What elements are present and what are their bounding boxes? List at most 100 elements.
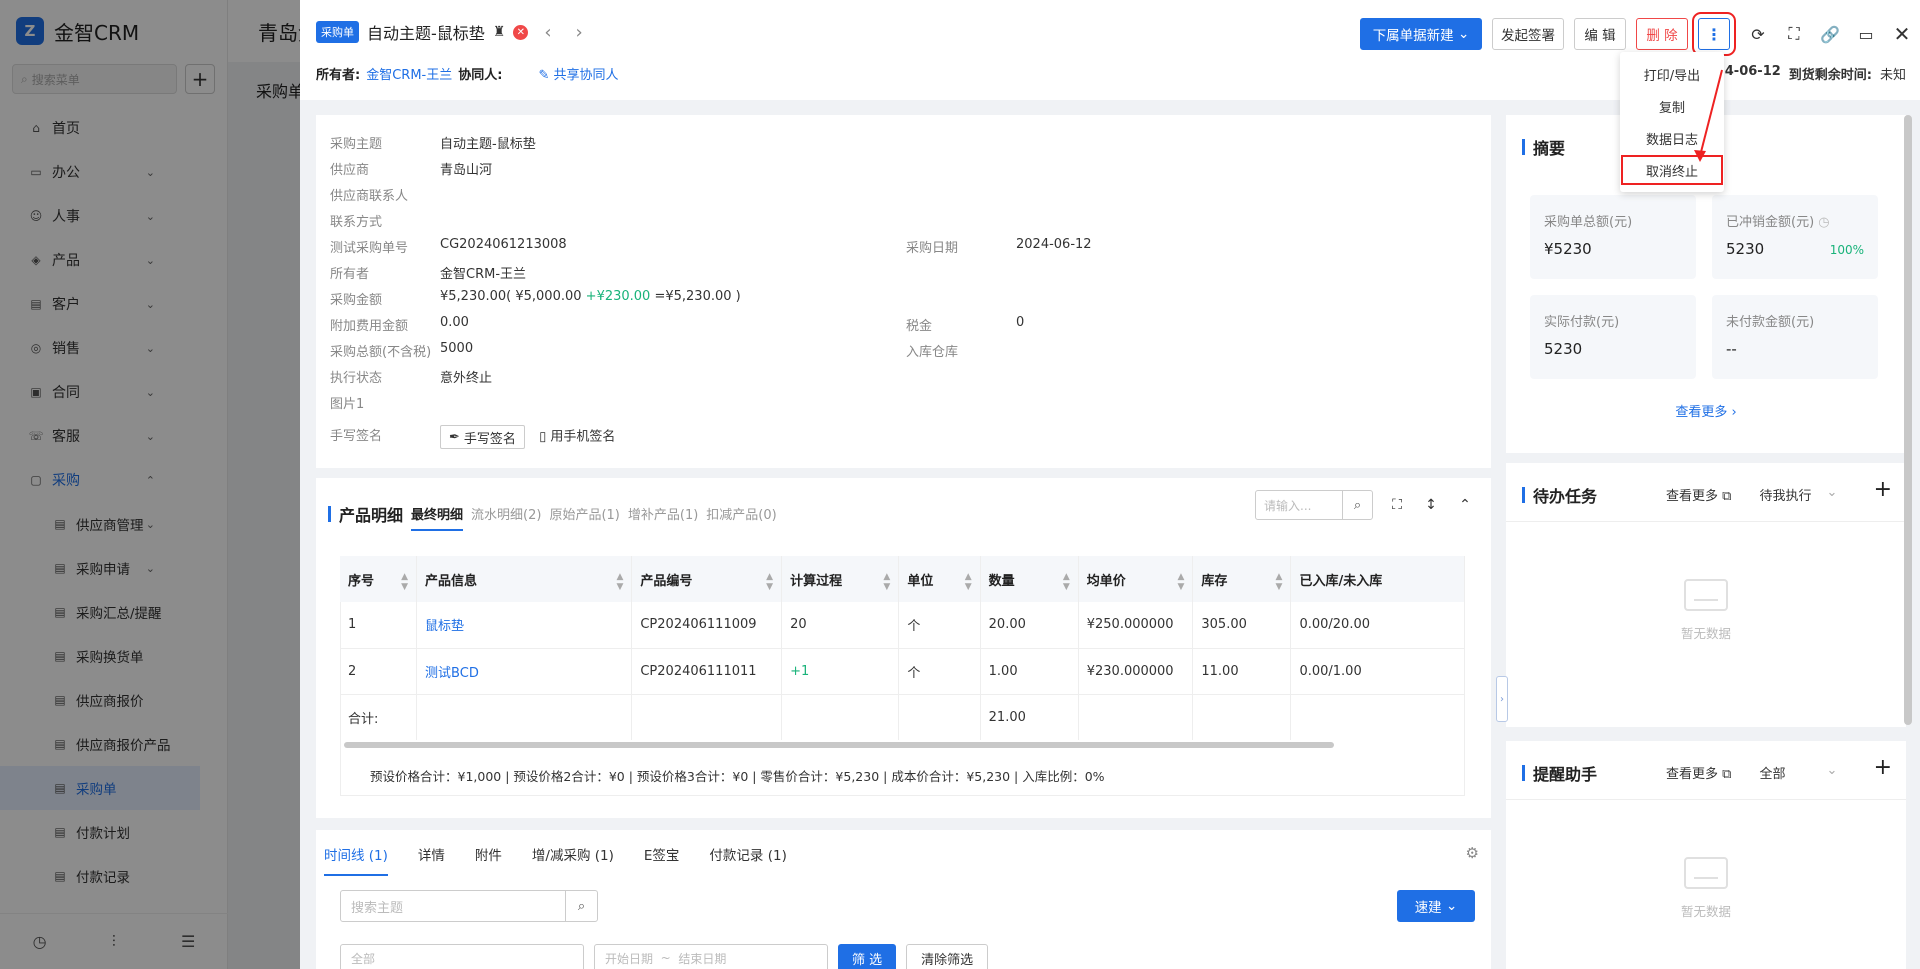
quick-create-button[interactable]: 速建 ⌄: [1397, 890, 1475, 922]
price-totals-line: 预设价格合计：¥1,000 | 预设价格2合计：¥0 | 预设价格3合计：¥0 …: [370, 769, 1105, 784]
supplier-link[interactable]: 青岛山河: [440, 159, 492, 178]
fullscreen-icon[interactable]: ⛶: [1776, 18, 1812, 50]
reminder-view-more-link[interactable]: 查看更多 ⧉: [1666, 763, 1731, 782]
field-label: 供应商联系人: [330, 189, 409, 204]
todo-filter-select[interactable]: 待我执行 ⌄: [1759, 485, 1837, 504]
column-header[interactable]: 单位 ▲ ▼: [898, 556, 981, 602]
filter-button[interactable]: 筛 选: [838, 944, 897, 969]
product-section-title: 产品明细: [328, 502, 403, 526]
tab-payment-records[interactable]: 付款记录 (1): [709, 844, 786, 876]
menu-item-data-log[interactable]: 数据日志: [1620, 122, 1724, 154]
owner-label: 所有者:: [316, 68, 361, 83]
date-range-picker[interactable]: 开始日期 ~ 结束日期: [594, 944, 828, 969]
table-row[interactable]: 2 测试BCD CP202406111011 +1 个 1.00 ¥230.000000 11…: [340, 648, 1465, 695]
search-icon[interactable]: ⌕: [1342, 491, 1372, 519]
tab-details[interactable]: 详情: [418, 844, 445, 876]
tab-flow-detail[interactable]: 流水明细(2): [471, 504, 541, 523]
sort-icon[interactable]: ▲ ▼: [766, 572, 773, 592]
tab-attachments[interactable]: 附件: [475, 844, 502, 876]
sort-icon[interactable]: ▲ ▼: [883, 572, 890, 592]
phone-sign-option[interactable]: ▯ 用手机签名: [539, 430, 615, 445]
column-header[interactable]: 数量 ▲ ▼: [980, 556, 1079, 602]
type-filter-select[interactable]: 全部: [340, 944, 584, 969]
handwrite-sign-button[interactable]: ✒ 手写签名: [440, 425, 525, 449]
field-label: 采购总额(不含税): [330, 345, 432, 360]
refresh-icon[interactable]: ⟳: [1740, 18, 1776, 50]
tab-deducted-products[interactable]: 扣减产品(0): [706, 504, 776, 523]
app-root: Z 金智CRM ⌕ 搜索菜单 + ⌂ 首页 ▭ 办公 ⌄ ☺ 人事 ⌄ ◈ 产品 ⌄ ▤ 客户 ⌄ ◎ 销售 ⌄ ▣…: [0, 0, 1920, 969]
product-tabs: 产品明细 最终明细 流水明细(2) 原始产品(1) 增补产品(1) 扣减产品(0…: [328, 496, 777, 531]
topic-search-input[interactable]: 搜索主题: [341, 891, 565, 921]
product-search-input[interactable]: 请输入...: [1256, 491, 1342, 519]
add-reminder-button[interactable]: +: [1874, 755, 1892, 780]
pencil-icon: ✎: [538, 68, 554, 83]
next-record-icon[interactable]: ›: [568, 22, 591, 43]
menu-item-print-export[interactable]: 打印/导出: [1620, 58, 1724, 90]
tab-final-detail[interactable]: 最终明细: [411, 504, 464, 531]
delete-button[interactable]: 删 除: [1636, 18, 1688, 50]
table-cell[interactable]: 鼠标垫: [416, 602, 633, 649]
table-cell: [1290, 694, 1465, 740]
menu-item-copy[interactable]: 复制: [1620, 90, 1724, 122]
field-label: 税金: [906, 319, 933, 334]
clear-filter-button[interactable]: 清除筛选: [906, 944, 989, 969]
tab-esign[interactable]: E签宝: [644, 844, 680, 876]
purchase-date-value: 2024-06-12: [1016, 237, 1092, 252]
column-header[interactable]: 产品编号 ▲ ▼: [631, 556, 783, 602]
table-cell: 合计:: [340, 694, 418, 740]
activity-tabs: 时间线 (1) 详情 附件 增/减采购 (1) E签宝 付款记录 (1): [324, 844, 787, 876]
tab-added-products[interactable]: 增补产品(1): [628, 504, 698, 523]
table-row[interactable]: 1 鼠标垫 CP202406111009 20 个 20.00 ¥250.000000 305…: [340, 602, 1465, 649]
horizontal-scrollbar[interactable]: [344, 742, 1334, 748]
column-header[interactable]: 产品信息 ▲ ▼: [416, 556, 633, 602]
owner-link[interactable]: 金智CRM-王兰: [366, 64, 452, 83]
prev-record-icon[interactable]: ‹: [536, 22, 559, 43]
expand-icon[interactable]: ⛶: [1387, 497, 1407, 513]
menu-item-cancel-termination[interactable]: 取消终止: [1620, 154, 1724, 186]
sort-icon[interactable]: ▲ ▼: [401, 572, 408, 592]
vertical-resize-icon[interactable]: ↕: [1421, 497, 1441, 513]
column-header[interactable]: 序号 ▲ ▼: [340, 556, 418, 602]
close-icon[interactable]: ✕: [1884, 18, 1920, 50]
table-cell: 11.00: [1192, 648, 1292, 695]
table-cell: +1: [781, 648, 900, 695]
sub-document-new-button[interactable]: 下属单据新建 ⌄: [1360, 18, 1482, 50]
stat-unpaid: 未付款金额(元) --: [1712, 295, 1878, 379]
vertical-scrollbar[interactable]: [1904, 115, 1912, 725]
chevron-down-icon: ⌄: [1445, 898, 1458, 914]
table-cell: 20.00: [980, 602, 1079, 649]
sort-icon[interactable]: ▲ ▼: [1177, 572, 1184, 592]
monitor-icon[interactable]: ▭: [1848, 18, 1884, 50]
column-header[interactable]: 计算过程 ▲ ▼: [781, 556, 900, 602]
header-date-info: 2024-06-12 到货剩余时间: 未知: [1698, 64, 1906, 83]
sort-icon[interactable]: ▲ ▼: [616, 572, 623, 592]
column-header[interactable]: 库存 ▲ ▼: [1192, 556, 1292, 602]
tab-original-products[interactable]: 原始产品(1): [549, 504, 619, 523]
add-todo-button[interactable]: +: [1874, 477, 1892, 502]
share-collaborator-link[interactable]: ✎ 共享协同人: [538, 64, 618, 83]
table-cell: [416, 694, 633, 740]
collapse-up-icon[interactable]: ⌃: [1455, 497, 1475, 513]
more-actions-button[interactable]: ⋮: [1692, 12, 1736, 56]
gear-icon[interactable]: ⚙: [1466, 844, 1479, 862]
table-cell: CP202406111009: [631, 602, 783, 649]
column-header[interactable]: 已入库/未入库: [1290, 556, 1465, 602]
sort-icon[interactable]: ▲ ▼: [1063, 572, 1070, 592]
column-header[interactable]: 均单价 ▲ ▼: [1078, 556, 1194, 602]
link-icon[interactable]: 🔗: [1812, 18, 1848, 50]
reminder-filter-select[interactable]: 全部 ⌄: [1759, 763, 1837, 782]
edit-button[interactable]: 编 辑: [1574, 18, 1626, 50]
todo-view-more-link[interactable]: 查看更多 ⧉: [1666, 485, 1731, 504]
start-signing-button[interactable]: 发起签署: [1492, 18, 1564, 50]
search-icon[interactable]: ⌕: [565, 891, 597, 921]
sort-icon[interactable]: ▲ ▼: [1276, 572, 1283, 592]
table-cell: 2: [340, 648, 418, 695]
tab-add-reduce-purchase[interactable]: 增/减采购 (1): [532, 844, 614, 876]
table-cell: [631, 694, 783, 740]
side-panel-toggle[interactable]: ›: [1496, 676, 1508, 722]
table-cell[interactable]: 测试BCD: [416, 648, 633, 695]
summary-view-more-link[interactable]: 查看更多 ›: [1506, 401, 1906, 420]
sort-icon[interactable]: ▲ ▼: [965, 572, 972, 592]
tab-timeline[interactable]: 时间线 (1): [324, 844, 388, 876]
product-table: 序号 ▲ ▼ 产品信息 ▲ ▼ 产品编号 ▲ ▼ 计算过程 ▲ ▼ 单位 ▲ ▼ 数量 ▲ ▼ 均单价 ▲ ▼ 库存 ▲ ▼ 已…: [340, 556, 1465, 740]
